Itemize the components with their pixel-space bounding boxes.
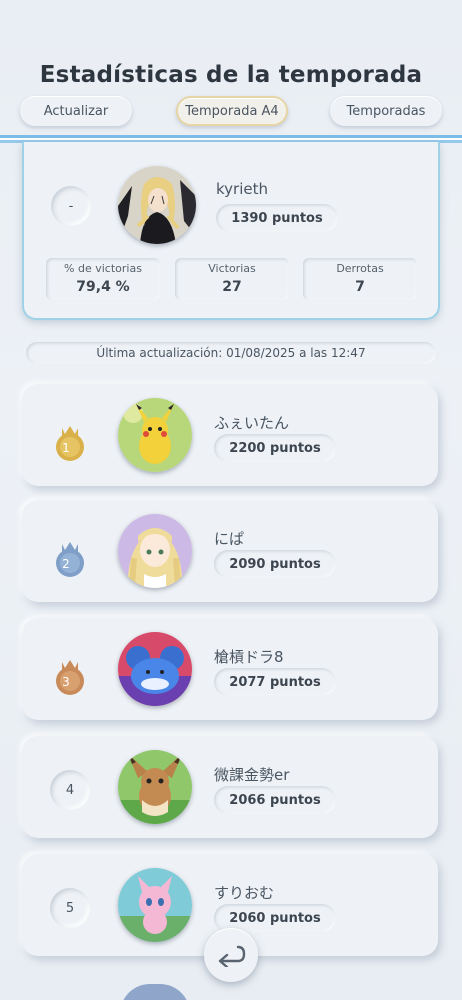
player-name: にぱ: [214, 530, 245, 548]
wins-value: 27: [222, 279, 242, 295]
last-update-bar: Última actualización: 01/08/2025 a las 1…: [26, 342, 436, 364]
seasons-button[interactable]: Temporadas: [330, 96, 442, 126]
silver-crown-medal-icon: [56, 542, 84, 577]
player-points: 2066 puntos: [214, 786, 336, 814]
leaderboard-row[interactable]: 2 にぱ 2090 puntos: [22, 500, 438, 602]
rank-number: 5: [50, 888, 90, 928]
player-avatar: [118, 868, 192, 942]
losses-box: Derrotas 7: [303, 258, 417, 300]
update-button[interactable]: Actualizar: [20, 96, 132, 126]
player-name: すりおむ: [214, 884, 275, 902]
wins-box: Victorias 27: [175, 258, 289, 300]
player-avatar: [118, 632, 192, 706]
back-button[interactable]: [204, 928, 258, 982]
my-rank: -: [51, 186, 91, 226]
player-avatar: [118, 398, 192, 472]
leaderboard-row[interactable]: 1 ふぇいたん 2200 puntos: [22, 384, 438, 486]
player-name: ふぇいたん: [214, 414, 290, 432]
next-row-avatar-partial: [120, 984, 190, 1000]
leaderboard-row[interactable]: 4 微課金勢er 2066 puntos: [22, 736, 438, 838]
win-rate-box: % de victorias 79,4 %: [46, 258, 160, 300]
player-points: 2077 puntos: [214, 668, 336, 696]
rank-number: 3: [62, 675, 70, 689]
rank-number: 2: [62, 557, 70, 571]
losses-label: Derrotas: [336, 262, 384, 275]
win-rate-value: 79,4 %: [76, 279, 130, 295]
page-title: Estadísticas de la temporada: [39, 62, 423, 88]
bronze-crown-medal-icon: [56, 660, 84, 695]
player-points: 2200 puntos: [214, 434, 336, 462]
leaderboard-row[interactable]: 3 槍槓ドラ8 2077 puntos: [22, 618, 438, 720]
gold-crown-medal-icon: [56, 426, 84, 461]
player-avatar: [118, 750, 192, 824]
win-rate-label: % de victorias: [64, 262, 142, 275]
rank-number: 4: [50, 770, 90, 810]
losses-value: 7: [355, 279, 365, 295]
season-a4-button[interactable]: Temporada A4: [176, 96, 288, 126]
wins-label: Victorias: [208, 262, 256, 275]
return-arrow-icon: [218, 945, 246, 967]
rank-number: 1: [62, 441, 70, 455]
my-points: 1390 puntos: [216, 204, 338, 232]
my-name: kyrieth: [216, 180, 268, 198]
my-avatar: [118, 166, 196, 244]
player-name: 槍槓ドラ8: [214, 648, 284, 666]
player-name: 微課金勢er: [214, 766, 290, 784]
player-avatar: [118, 514, 192, 588]
player-points: 2090 puntos: [214, 550, 336, 578]
my-stats-card: - kyrieth 1390 puntos % de victorias 79,…: [22, 142, 440, 320]
